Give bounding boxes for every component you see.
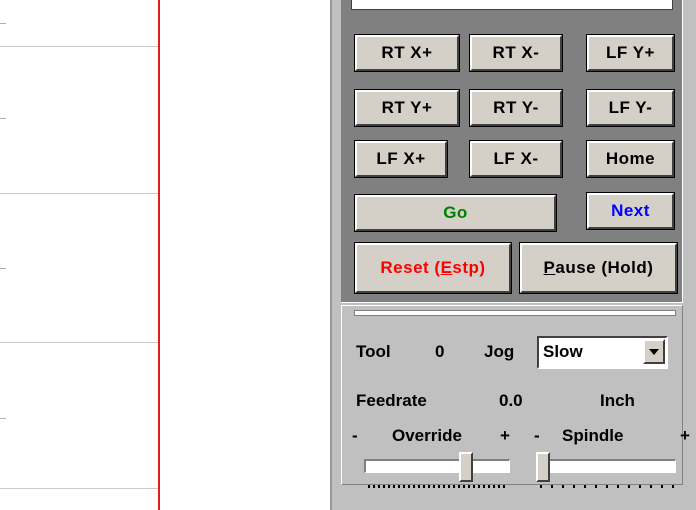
- toolpath-line: [158, 0, 160, 510]
- rt-x-minus-button[interactable]: RT X-: [469, 34, 563, 72]
- override-slider-ticks: [368, 485, 505, 488]
- grid-line: [0, 342, 158, 343]
- status-display: [351, 0, 673, 10]
- drawing-canvas[interactable]: [0, 0, 330, 510]
- reset-label-suffix: stp): [452, 258, 486, 277]
- pause-hold-button[interactable]: Pause (Hold): [519, 242, 678, 294]
- rt-x-plus-button[interactable]: RT X+: [354, 34, 460, 72]
- reset-label-accelerator: E: [440, 258, 453, 277]
- rt-y-plus-button[interactable]: RT Y+: [354, 89, 460, 127]
- override-slider-track[interactable]: [364, 459, 510, 473]
- progress-strip: [354, 310, 676, 316]
- override-plus-label: +: [500, 426, 510, 445]
- jog-label: Jog: [484, 342, 515, 361]
- pause-label-accelerator: P: [543, 258, 556, 277]
- reset-label-prefix: Reset (: [380, 258, 441, 277]
- jog-speed-select[interactable]: Slow: [537, 336, 668, 369]
- grid-line: [0, 46, 158, 47]
- chevron-down-icon[interactable]: [643, 339, 665, 364]
- grid-line: [0, 193, 158, 194]
- tool-value: 0: [435, 342, 445, 361]
- units-label: Inch: [600, 391, 635, 410]
- spindle-slider-ticks: [540, 485, 674, 488]
- override-slider-thumb[interactable]: [459, 452, 474, 482]
- pause-label-suffix: ause (Hold): [555, 258, 654, 277]
- jog-selected-value: Slow: [543, 342, 583, 361]
- spindle-minus-label: -: [534, 426, 540, 445]
- grid-line: [0, 488, 158, 489]
- spindle-label: Spindle: [562, 426, 624, 445]
- ruler-tick: [0, 118, 6, 119]
- override-minus-label: -: [352, 426, 358, 445]
- spindle-plus-label: +: [680, 426, 690, 445]
- spindle-slider-thumb[interactable]: [536, 452, 550, 482]
- next-button[interactable]: Next: [586, 192, 675, 230]
- lf-x-minus-button[interactable]: LF X-: [469, 140, 563, 178]
- ruler-tick: [0, 418, 6, 419]
- tool-label: Tool: [356, 342, 391, 361]
- go-button[interactable]: Go: [354, 194, 557, 232]
- feedrate-value: 0.0: [499, 391, 523, 410]
- spindle-slider-track[interactable]: [536, 459, 676, 473]
- reset-estop-button[interactable]: Reset (Estp): [354, 242, 512, 294]
- lf-y-plus-button[interactable]: LF Y+: [586, 34, 675, 72]
- ruler-tick: [0, 23, 6, 24]
- lf-y-minus-button[interactable]: LF Y-: [586, 89, 675, 127]
- override-label: Override: [392, 426, 462, 445]
- lf-x-plus-button[interactable]: LF X+: [354, 140, 448, 178]
- feedrate-label: Feedrate: [356, 391, 427, 410]
- ruler-tick: [0, 268, 6, 269]
- rt-y-minus-button[interactable]: RT Y-: [469, 89, 563, 127]
- home-button[interactable]: Home: [586, 140, 675, 178]
